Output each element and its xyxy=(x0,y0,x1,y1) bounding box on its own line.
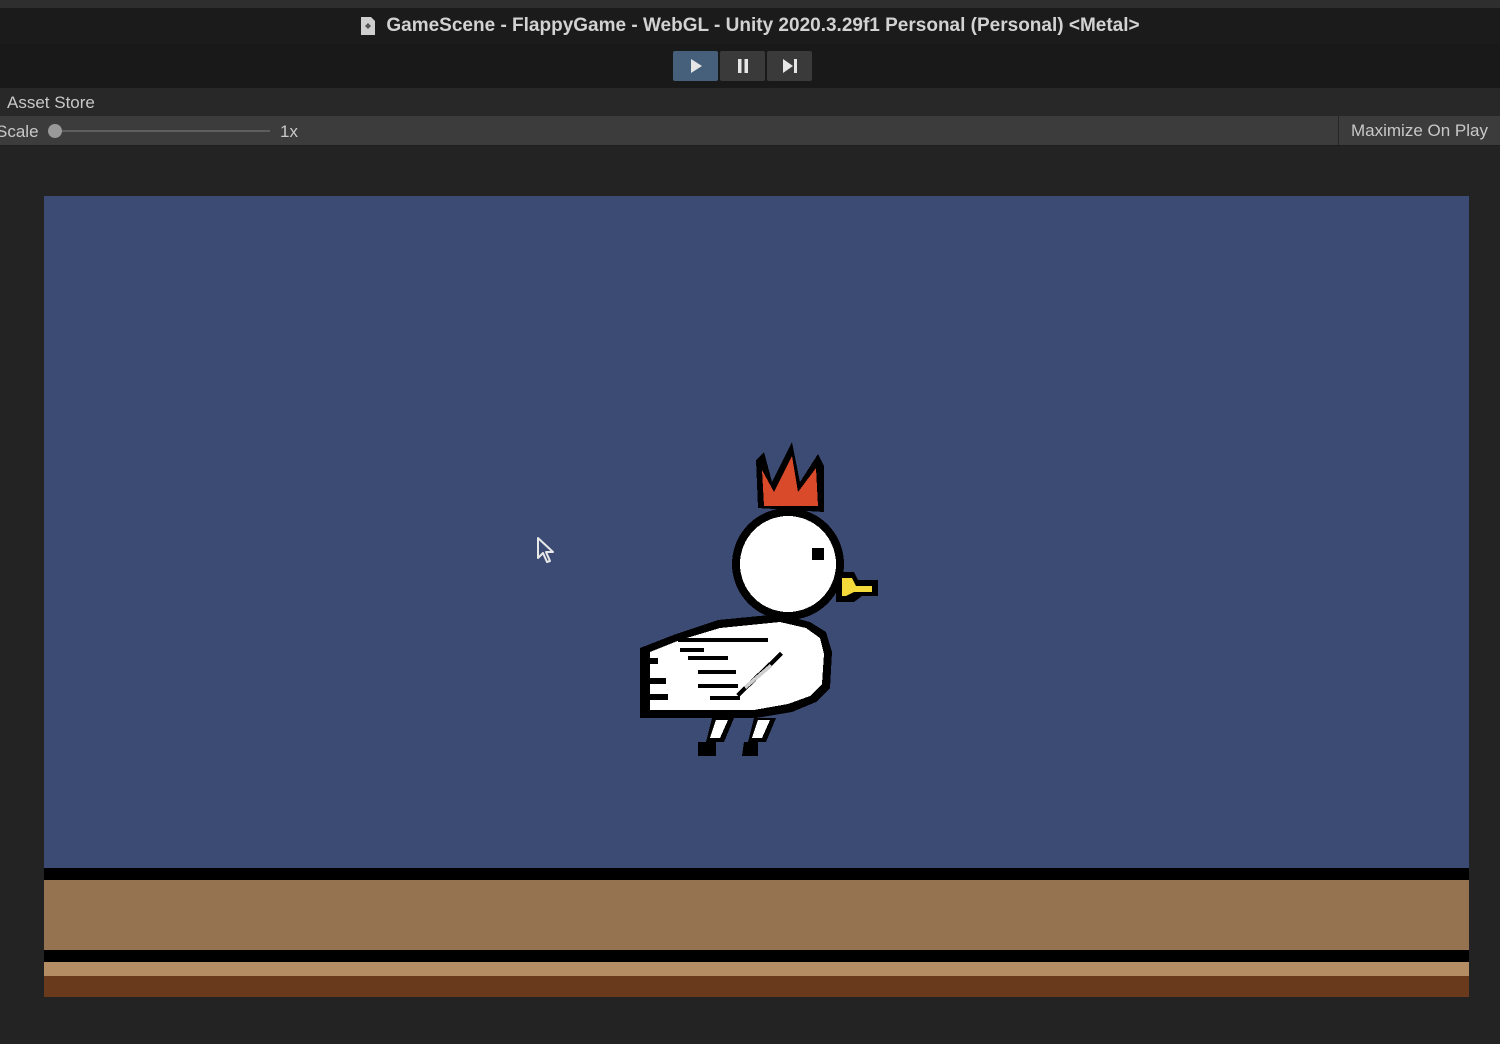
step-icon xyxy=(782,59,797,73)
bird-head xyxy=(740,516,836,612)
ground-outline xyxy=(44,868,1469,880)
scale-value: 1x xyxy=(280,122,298,141)
editor-tab-bar: Asset Store xyxy=(0,88,1500,116)
ground-light-stripe xyxy=(44,962,1469,976)
step-button[interactable] xyxy=(767,51,812,81)
scale-slider-track[interactable] xyxy=(50,130,270,132)
maximize-on-play-button[interactable]: Maximize On Play xyxy=(1338,116,1500,145)
game-viewport[interactable] xyxy=(44,196,1469,997)
bird-legs xyxy=(698,718,776,756)
ground xyxy=(44,880,1469,950)
play-icon xyxy=(690,59,702,73)
document-icon xyxy=(360,16,376,36)
mouse-cursor-icon xyxy=(537,537,554,563)
pause-button[interactable] xyxy=(720,51,765,81)
bird-sprite xyxy=(640,442,878,756)
game-view-toolbar: Scale 1x Maximize On Play xyxy=(0,116,1500,146)
pause-icon xyxy=(737,59,748,73)
play-controls-bar xyxy=(0,44,1500,88)
bird-eye xyxy=(812,548,824,560)
play-button[interactable] xyxy=(673,51,718,81)
bird-crown xyxy=(756,442,824,512)
tab-asset-store[interactable]: Asset Store xyxy=(7,93,95,113)
play-controls xyxy=(673,51,812,81)
ground-stripe xyxy=(44,950,1469,962)
ground-dark-stripe xyxy=(44,976,1469,997)
scale-label: Scale xyxy=(0,122,39,141)
window-title: GameScene - FlappyGame - WebGL - Unity 2… xyxy=(386,15,1140,36)
window-titlebar: GameScene - FlappyGame - WebGL - Unity 2… xyxy=(0,0,1500,44)
scale-slider-thumb[interactable] xyxy=(48,124,62,138)
